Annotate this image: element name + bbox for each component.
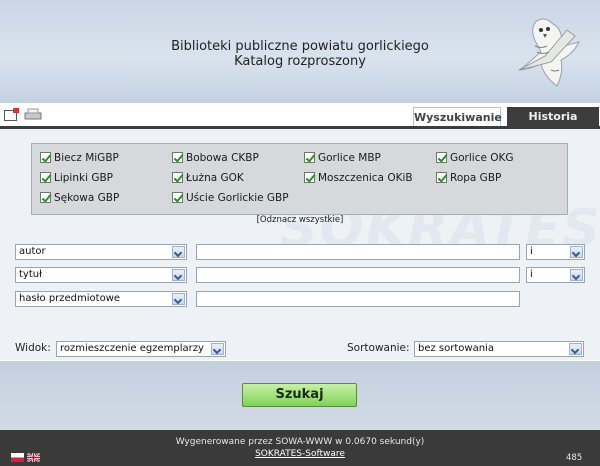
checkbox-checked-icon[interactable] (436, 172, 447, 183)
checkbox-checked-icon[interactable] (436, 152, 447, 163)
sort-label: Sortowanie: (347, 342, 410, 354)
new-window-icon[interactable] (4, 108, 20, 121)
library-checkbox-moszczenica[interactable]: Moszczenica OKiB (304, 171, 413, 187)
footer (0, 430, 600, 466)
chevron-down-icon[interactable] (570, 246, 583, 258)
library-checkbox-luzna[interactable]: Łużna GOK (172, 171, 244, 187)
checkbox-checked-icon[interactable] (172, 192, 183, 203)
checkbox-checked-icon[interactable] (40, 152, 51, 163)
library-checkbox-lipinki[interactable]: Lipinki GBP (40, 171, 113, 187)
search-input-2[interactable] (196, 267, 520, 283)
library-checkbox-ropa[interactable]: Ropa GBP (436, 171, 501, 187)
generation-info: Wygenerowane przez SOWA-WWW w 0.0670 sek… (175, 437, 425, 447)
library-checkbox-bobowa[interactable]: Bobowa CKBP (172, 151, 259, 167)
field-select-2[interactable]: tytuł (15, 267, 187, 283)
library-checkbox-biecz[interactable]: Biecz MiGBP (40, 151, 119, 167)
page-title-line1: Biblioteki publiczne powiatu gorlickiego (171, 39, 429, 54)
view-label: Widok: (15, 342, 51, 354)
chevron-down-icon[interactable] (570, 269, 583, 281)
checkbox-checked-icon[interactable] (172, 172, 183, 183)
chevron-down-icon[interactable] (569, 343, 582, 355)
checkbox-checked-icon[interactable] (172, 152, 183, 163)
header: Biblioteki publiczne powiatu gorlickiego… (0, 0, 600, 103)
field-select-1[interactable]: autor (15, 244, 187, 260)
search-button[interactable]: Szukaj (242, 383, 357, 407)
search-panel: SOKRATES Biecz MiGBP Bobowa CKBP Gorlice… (0, 126, 600, 360)
checkbox-checked-icon[interactable] (40, 192, 51, 203)
chevron-down-icon[interactable] (172, 293, 185, 305)
checkbox-checked-icon[interactable] (304, 152, 315, 163)
chevron-down-icon[interactable] (172, 246, 185, 258)
visit-counter: 485 (566, 453, 583, 463)
library-checkbox-sekowa[interactable]: Sękowa GBP (40, 191, 119, 207)
owl-icon (518, 18, 580, 87)
search-input-1[interactable] (196, 244, 520, 260)
tab-history[interactable]: Historia (507, 107, 599, 126)
operator-select-2[interactable]: i (526, 267, 585, 283)
search-input-3[interactable] (196, 291, 520, 307)
library-selection-box: Biecz MiGBP Bobowa CKBP Gorlice MBP Gorl… (31, 143, 568, 215)
field-select-3[interactable]: hasło przedmiotowe (15, 291, 187, 307)
page-title: Biblioteki publiczne powiatu gorlickiego… (120, 39, 480, 69)
view-select[interactable]: rozmieszczenie egzemplarzy (56, 341, 226, 357)
page-title-line2: Katalog rozproszony (234, 54, 366, 69)
sort-select[interactable]: bez sortowania (414, 341, 584, 357)
checkbox-checked-icon[interactable] (304, 172, 315, 183)
chevron-down-icon[interactable] (211, 343, 224, 355)
library-checkbox-gorlice-okg[interactable]: Gorlice OKG (436, 151, 514, 167)
operator-select-1[interactable]: i (526, 244, 585, 260)
chevron-down-icon[interactable] (172, 269, 185, 281)
print-icon[interactable] (24, 108, 42, 121)
checkbox-checked-icon[interactable] (40, 172, 51, 183)
sokrates-link[interactable]: SOKRATES-Software (0, 449, 600, 459)
tab-search[interactable]: Wyszukiwanie (413, 107, 502, 126)
unmark-all-link[interactable]: [Odznacz wszystkie] (0, 215, 600, 225)
library-checkbox-gorlice-mbp[interactable]: Gorlice MBP (304, 151, 381, 167)
library-checkbox-uscie[interactable]: Uście Gorlickie GBP (172, 191, 289, 207)
